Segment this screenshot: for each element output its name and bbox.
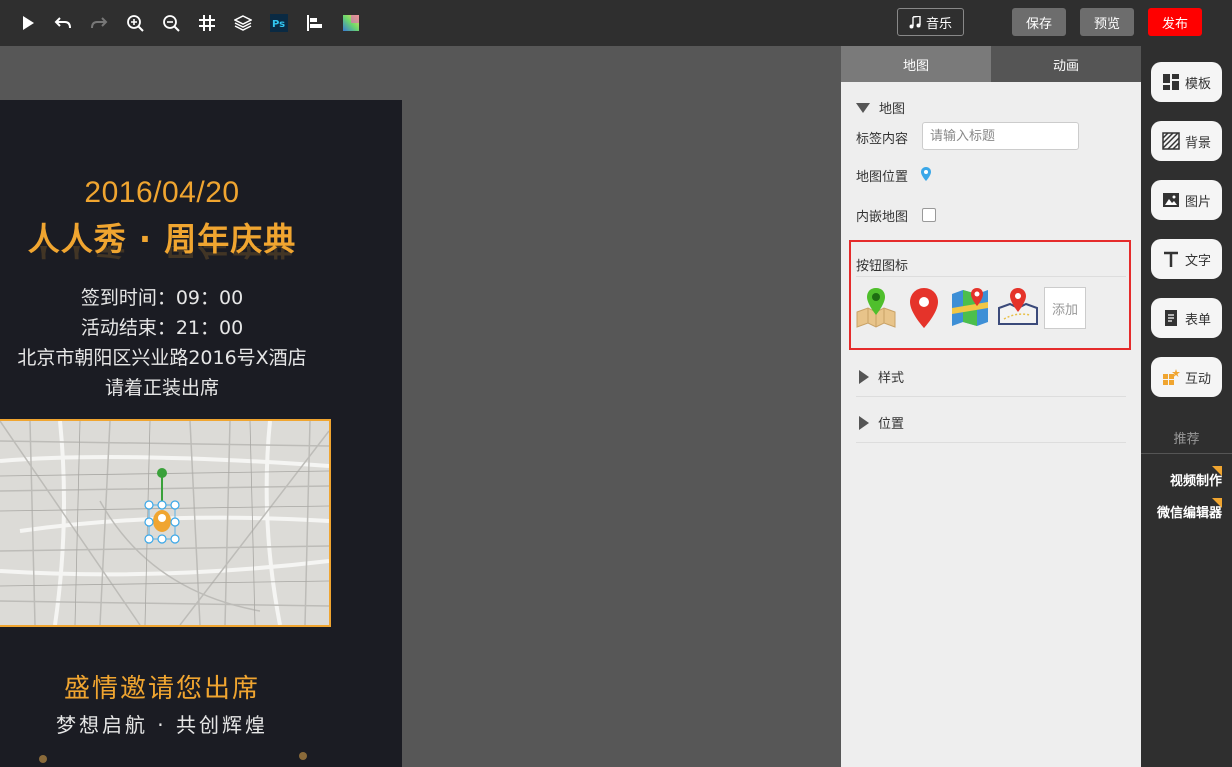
- map-fold-green-pin-icon[interactable]: [854, 286, 898, 330]
- form-icon: [1164, 310, 1177, 326]
- collapse-triangle-icon: [856, 102, 870, 113]
- svg-text:Ps: Ps: [272, 19, 285, 30]
- align-icon[interactable]: [306, 14, 324, 32]
- embedded-map-label: 内嵌地图: [856, 210, 909, 225]
- image-icon: [1162, 193, 1179, 207]
- event-address[interactable]: 北京市朝阳区兴业路2016号X酒店: [0, 343, 324, 370]
- sidebar-item-image[interactable]: 图片: [1151, 180, 1222, 220]
- video-maker-link[interactable]: 视频制作: [1141, 470, 1232, 489]
- slogan-text[interactable]: 梦想启航 · 共创辉煌: [0, 709, 324, 738]
- grid-icon[interactable]: [198, 14, 216, 32]
- expand-triangle-icon: [859, 415, 869, 430]
- add-icon-button[interactable]: 添加: [1044, 287, 1086, 329]
- save-button[interactable]: 保存: [1012, 8, 1066, 36]
- divider: [856, 276, 1126, 277]
- invitation-page[interactable]: 2016/04/20 人人秀 · 周年庆典 人人秀 · 周年庆典 签到时间：09…: [0, 100, 402, 767]
- sidebar-item-background[interactable]: 背景: [1151, 121, 1222, 161]
- divider: [856, 442, 1126, 443]
- wechat-editor-link[interactable]: 微信编辑器: [1141, 502, 1232, 521]
- sidebar-item-template[interactable]: 模板: [1151, 62, 1222, 102]
- layers-icon[interactable]: [234, 14, 252, 32]
- map-position-label: 地图位置: [856, 170, 909, 185]
- invite-text[interactable]: 盛情邀请您出席: [0, 668, 324, 705]
- template-icon: [1162, 74, 1179, 90]
- divider: [856, 396, 1126, 397]
- divider: [1141, 453, 1232, 454]
- map-fold-color-icon[interactable]: [948, 286, 992, 330]
- expand-triangle-icon: [859, 369, 869, 384]
- map-widget[interactable]: [0, 419, 331, 627]
- music-label: 音乐: [925, 16, 952, 32]
- top-toolbar: Ps 音乐 保存 预览 发布: [0, 0, 1232, 46]
- label-content-label: 标签内容: [856, 132, 909, 147]
- sidebar-item-label: 表单: [1184, 312, 1211, 328]
- event-date[interactable]: 2016/04/20: [0, 176, 324, 210]
- dress-code[interactable]: 请着正装出席: [0, 373, 324, 400]
- sidebar-item-label: 互动: [1184, 371, 1211, 387]
- redo-icon[interactable]: [90, 14, 108, 32]
- label-content-input[interactable]: [922, 122, 1079, 150]
- music-note-icon: [909, 15, 921, 28]
- sidebar-item-label: 背景: [1184, 135, 1211, 151]
- text-icon: [1163, 251, 1178, 267]
- sidebar-item-form[interactable]: 表单: [1151, 298, 1222, 338]
- background-icon: [1162, 132, 1180, 150]
- button-icons-label: 按钮图标: [856, 259, 909, 274]
- red-pin-icon[interactable]: [902, 286, 946, 330]
- sidebar-item-label: 文字: [1184, 253, 1211, 269]
- zoom-out-icon[interactable]: [162, 14, 180, 32]
- music-button[interactable]: 音乐: [897, 8, 964, 36]
- interactive-icon: [1162, 369, 1180, 385]
- tab-animation[interactable]: 动画: [991, 46, 1141, 82]
- sidebar-item-label: 模板: [1184, 76, 1211, 92]
- color-icon[interactable]: [342, 14, 360, 32]
- location-pin-icon[interactable]: [921, 167, 931, 181]
- map-image: [0, 421, 329, 625]
- map-route-pin-icon[interactable]: [996, 286, 1040, 330]
- checkin-time[interactable]: 签到时间：09：00: [0, 283, 324, 310]
- end-time[interactable]: 活动结束：21：00: [0, 313, 324, 340]
- section-style-title: 样式: [878, 371, 905, 386]
- section-position-title: 位置: [878, 417, 905, 432]
- decor-dot-right: [299, 752, 307, 760]
- sidebar-item-text[interactable]: 文字: [1151, 239, 1222, 279]
- preview-button[interactable]: 预览: [1080, 8, 1134, 36]
- sidebar-item-label: 图片: [1184, 194, 1211, 210]
- publish-button[interactable]: 发布: [1148, 8, 1202, 36]
- section-map-title: 地图: [879, 102, 906, 117]
- section-position-header[interactable]: 位置: [856, 413, 904, 432]
- tab-map[interactable]: 地图: [841, 46, 991, 82]
- recommend-label: 推荐: [1173, 432, 1200, 447]
- event-title-reflection: 人人秀 · 周年庆典: [0, 246, 324, 268]
- right-sidebar: 模板 背景 图片 文字 表单 互动 推荐 视频制作 微信编辑器: [1141, 46, 1232, 767]
- section-style-header[interactable]: 样式: [856, 367, 904, 386]
- zoom-in-icon[interactable]: [126, 14, 144, 32]
- embedded-map-checkbox[interactable]: [922, 208, 936, 222]
- undo-icon[interactable]: [54, 14, 72, 32]
- sidebar-item-interactive[interactable]: 互动: [1151, 357, 1222, 397]
- properties-panel: 地图 动画 地图 标签内容 地图位置 内嵌地图 按钮图标 添加: [841, 46, 1141, 767]
- play-icon[interactable]: [19, 14, 37, 32]
- decor-dot-left: [39, 755, 47, 763]
- section-map-header[interactable]: 地图: [856, 98, 905, 117]
- photoshop-icon[interactable]: Ps: [270, 14, 288, 32]
